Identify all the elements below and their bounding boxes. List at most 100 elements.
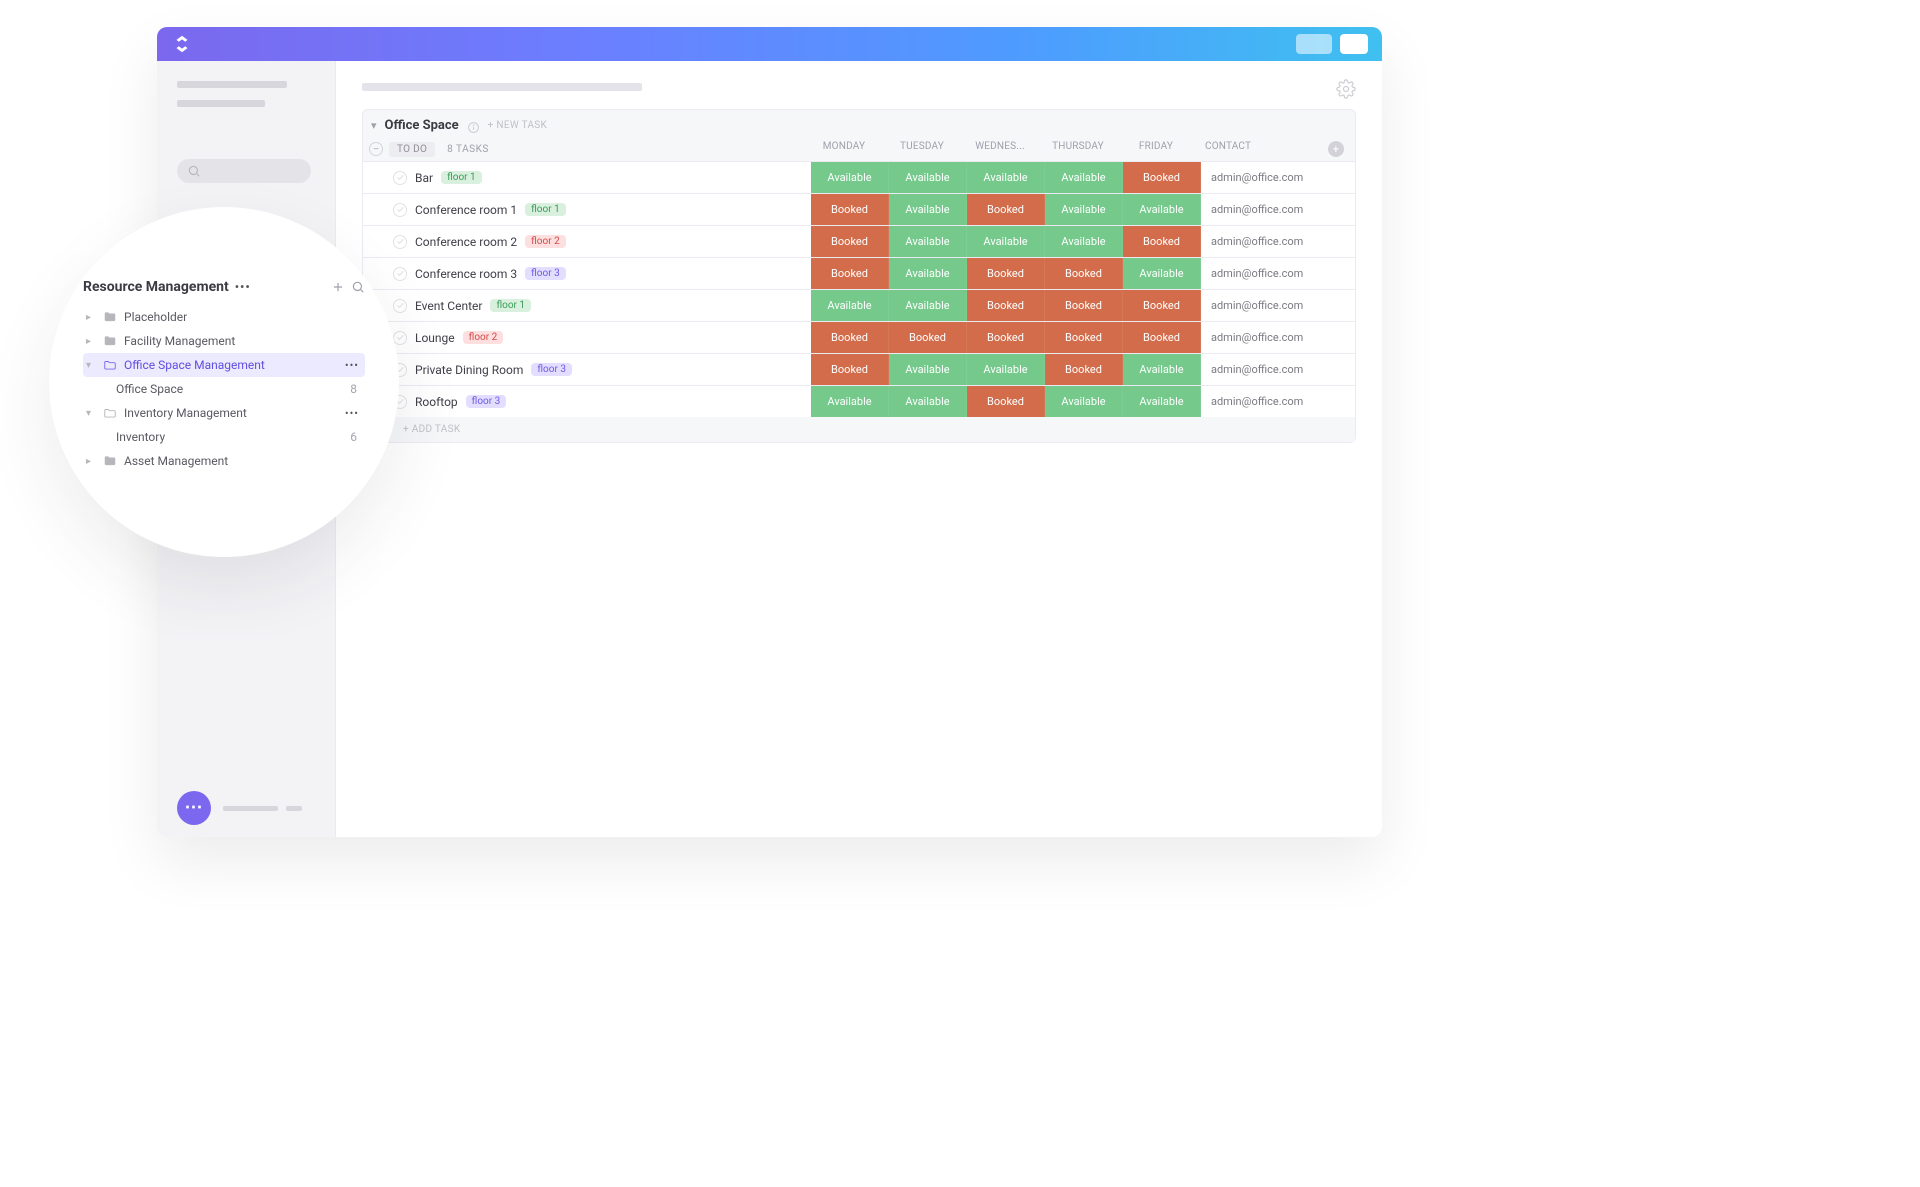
status-cell-thu[interactable]: Available [1045, 226, 1123, 257]
status-cell-fri[interactable]: Available [1123, 258, 1201, 289]
checkmark-icon[interactable] [393, 171, 407, 185]
task-name[interactable]: Bar [415, 171, 433, 185]
status-cell-thu[interactable]: Available [1045, 162, 1123, 193]
contact-cell[interactable]: admin@office.com [1201, 267, 1329, 280]
floor-tag[interactable]: floor 3 [466, 395, 507, 408]
chevron-right-icon[interactable]: ▸ [86, 456, 96, 467]
status-cell-wed[interactable]: Booked [967, 258, 1045, 289]
task-name[interactable]: Conference room 2 [415, 235, 517, 249]
workspace-title[interactable]: Resource Management [83, 279, 229, 295]
sidebar-item-more[interactable]: ••• [345, 407, 359, 420]
contact-cell[interactable]: admin@office.com [1201, 395, 1329, 408]
floor-tag[interactable]: floor 2 [463, 331, 504, 344]
sidebar-item-office-space[interactable]: Office Space8 [83, 377, 365, 401]
status-cell-tue[interactable]: Available [889, 162, 967, 193]
task-name[interactable]: Private Dining Room [415, 363, 523, 377]
status-cell-fri[interactable]: Booked [1123, 226, 1201, 257]
sidebar-item-placeholder[interactable]: ▸Placeholder••• [83, 305, 365, 329]
status-cell-fri[interactable]: Booked [1123, 162, 1201, 193]
status-cell-tue[interactable]: Available [889, 354, 967, 385]
table-row[interactable]: Conference room 2floor 2BookedAvailableA… [363, 225, 1355, 257]
status-cell-mon[interactable]: Booked [811, 194, 889, 225]
status-group-chip[interactable]: TO DO [389, 142, 435, 157]
status-cell-tue[interactable]: Booked [889, 322, 967, 353]
status-cell-fri[interactable]: Available [1123, 386, 1201, 417]
sidebar-item-facility-management[interactable]: ▸Facility Management••• [83, 329, 365, 353]
status-cell-wed[interactable]: Available [967, 354, 1045, 385]
status-cell-tue[interactable]: Available [889, 386, 967, 417]
workspace-search-button[interactable] [351, 280, 365, 294]
floor-tag[interactable]: floor 3 [525, 267, 566, 280]
workspace-add-button[interactable] [331, 280, 345, 294]
col-header-contact[interactable]: CONTACT [1195, 141, 1323, 157]
status-cell-wed[interactable]: Booked [967, 386, 1045, 417]
search-input[interactable] [177, 159, 311, 183]
contact-cell[interactable]: admin@office.com [1201, 171, 1329, 184]
chevron-right-icon[interactable]: ▸ [86, 336, 96, 347]
table-row[interactable]: Barfloor 1AvailableAvailableAvailableAva… [363, 161, 1355, 193]
status-cell-mon[interactable]: Booked [811, 258, 889, 289]
table-row[interactable]: Conference room 3floor 3BookedAvailableB… [363, 257, 1355, 289]
task-cell[interactable]: Rooftop floor 3 [363, 386, 811, 417]
task-cell[interactable]: Conference room 3 floor 3 [363, 258, 811, 289]
contact-cell[interactable]: admin@office.com [1201, 331, 1329, 344]
col-header-monday[interactable]: MONDAY [805, 141, 883, 157]
sidebar-item-asset-management[interactable]: ▸Asset Management••• [83, 449, 365, 473]
table-row[interactable]: Event Centerfloor 1AvailableAvailableBoo… [363, 289, 1355, 321]
status-cell-thu[interactable]: Booked [1045, 258, 1123, 289]
list-collapse-toggle[interactable]: ▾ [371, 119, 377, 132]
status-group-toggle[interactable]: − [369, 142, 383, 156]
sidebar-item-inventory[interactable]: Inventory6 [83, 425, 365, 449]
status-cell-tue[interactable]: Available [889, 290, 967, 321]
task-cell[interactable]: Conference room 1floor 1 [363, 194, 811, 225]
sidebar-item-more[interactable]: ••• [345, 359, 359, 372]
task-cell[interactable]: Event Centerfloor 1 [363, 290, 811, 321]
floor-tag[interactable]: floor 2 [525, 235, 566, 248]
status-cell-wed[interactable]: Available [967, 162, 1045, 193]
chevron-down-icon[interactable]: ▾ [86, 360, 96, 371]
chat-launcher[interactable]: ⋯ [177, 791, 211, 825]
status-cell-mon[interactable]: Available [811, 162, 889, 193]
status-cell-tue[interactable]: Available [889, 258, 967, 289]
checkmark-icon[interactable] [393, 299, 407, 313]
contact-cell[interactable]: admin@office.com [1201, 299, 1329, 312]
task-cell[interactable]: Loungefloor 2 [363, 322, 811, 353]
status-cell-thu[interactable]: Available [1045, 386, 1123, 417]
checkmark-icon[interactable] [393, 203, 407, 217]
add-column-button[interactable]: + [1328, 141, 1344, 157]
status-cell-fri[interactable]: Booked [1123, 290, 1201, 321]
status-cell-fri[interactable]: Available [1123, 354, 1201, 385]
task-name[interactable]: Conference room 3 [415, 267, 517, 281]
task-name[interactable]: Rooftop [415, 395, 458, 409]
settings-button[interactable] [1336, 79, 1356, 103]
brand-logo[interactable] [171, 33, 193, 55]
task-name[interactable]: Event Center [415, 299, 482, 313]
status-cell-mon[interactable]: Booked [811, 226, 889, 257]
contact-cell[interactable]: admin@office.com [1201, 363, 1329, 376]
status-cell-thu[interactable]: Booked [1045, 290, 1123, 321]
status-cell-tue[interactable]: Available [889, 194, 967, 225]
table-row[interactable]: Loungefloor 2BookedBookedBookedBookedBoo… [363, 321, 1355, 353]
task-cell[interactable]: Conference room 2 floor 2 [363, 226, 811, 257]
status-cell-wed[interactable]: Available [967, 226, 1045, 257]
status-cell-fri[interactable]: Booked [1123, 322, 1201, 353]
floor-tag[interactable]: floor 3 [531, 363, 572, 376]
contact-cell[interactable]: admin@office.com [1201, 203, 1329, 216]
contact-cell[interactable]: admin@office.com [1201, 235, 1329, 248]
status-cell-mon[interactable]: Booked [811, 354, 889, 385]
task-cell[interactable]: Barfloor 1 [363, 162, 811, 193]
checkmark-icon[interactable] [393, 331, 407, 345]
status-cell-thu[interactable]: Available [1045, 194, 1123, 225]
col-header-tuesday[interactable]: TUESDAY [883, 141, 961, 157]
status-cell-wed[interactable]: Booked [967, 322, 1045, 353]
status-cell-thu[interactable]: Booked [1045, 354, 1123, 385]
sidebar-item-inventory-management[interactable]: ▾Inventory Management••• [83, 401, 365, 425]
status-cell-mon[interactable]: Available [811, 386, 889, 417]
top-bar-button-a[interactable] [1296, 34, 1332, 54]
workspace-more-button[interactable]: ••• [235, 280, 251, 294]
checkmark-icon[interactable] [393, 267, 407, 281]
status-cell-wed[interactable]: Booked [967, 194, 1045, 225]
col-header-wednesday[interactable]: WEDNES... [961, 141, 1039, 157]
status-cell-mon[interactable]: Available [811, 290, 889, 321]
table-row[interactable]: Conference room 1floor 1BookedAvailableB… [363, 193, 1355, 225]
